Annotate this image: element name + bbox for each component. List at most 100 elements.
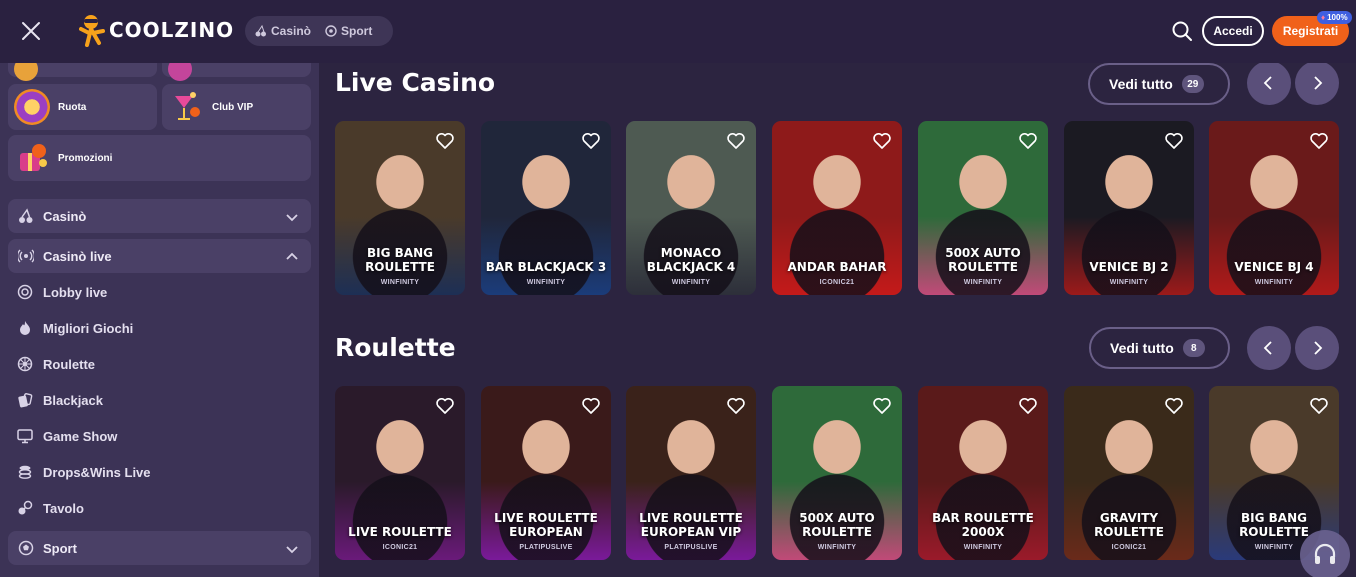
game-provider: WINFINITY <box>1109 279 1149 286</box>
game-card[interactable]: VENICE BJ 4 WINFINITY <box>1209 121 1339 295</box>
sidebar-item-roulette[interactable]: Roulette <box>17 354 95 374</box>
sidebar-tile-partial-left[interactable] <box>8 63 157 81</box>
game-title: 500X AUTO ROULETTE <box>945 246 1021 274</box>
heart-icon[interactable] <box>581 396 601 416</box>
game-provider: ICONIC21 <box>382 544 418 551</box>
heart-icon[interactable] <box>1309 131 1329 151</box>
chevron-left-icon <box>1263 76 1272 90</box>
sidebar-item-migliori-giochi[interactable]: Migliori Giochi <box>17 318 133 338</box>
carousel-next-button[interactable] <box>1295 326 1339 370</box>
tile-icon-partial <box>168 63 192 81</box>
game-card[interactable]: LIVE ROULETTE EUROPEAN VIP PLATIPUSLIVE <box>626 386 756 560</box>
game-title: VENICE BJ 2 <box>1089 260 1169 274</box>
soccer-ball-icon <box>18 540 34 556</box>
game-card[interactable]: 500X AUTO ROULETTE WINFINITY <box>918 121 1048 295</box>
game-provider: WINFINITY <box>671 279 711 286</box>
game-title: MONACO BLACKJACK 4 <box>646 246 736 274</box>
sidebar-item-tavolo[interactable]: Tavolo <box>17 498 84 518</box>
mode-sport[interactable]: Sport <box>325 24 372 38</box>
wheel-icon <box>14 89 50 125</box>
chevron-right-icon <box>1314 341 1323 355</box>
sidebar-tile-club-vip[interactable]: Club VIP <box>162 84 311 130</box>
sidebar-tile-promozioni[interactable]: Promozioni <box>8 135 311 181</box>
game-card[interactable]: BIG BANG ROULETTE WINFINITY <box>335 121 465 295</box>
heart-icon[interactable] <box>872 131 892 151</box>
logo-text: COOLZINO <box>109 18 235 42</box>
game-card[interactable]: BAR BLACKJACK 3 WINFINITY <box>481 121 611 295</box>
sidebar-item-blackjack[interactable]: Blackjack <box>17 390 103 410</box>
top-header: COOLZINO Casinò Sport Accedi Registrati … <box>0 0 1356 63</box>
chevron-down-icon <box>286 546 298 554</box>
support-chat-button[interactable] <box>1300 530 1350 577</box>
game-card[interactable]: MONACO BLACKJACK 4 WINFINITY <box>626 121 756 295</box>
login-button[interactable]: Accedi <box>1202 16 1264 46</box>
game-title: BAR BLACKJACK 3 <box>485 260 607 274</box>
lobby-icon <box>17 284 33 300</box>
heart-icon[interactable] <box>1309 396 1329 416</box>
heart-icon[interactable] <box>1164 131 1184 151</box>
heart-icon[interactable] <box>872 396 892 416</box>
game-provider: WINFINITY <box>380 279 420 286</box>
game-card[interactable]: ANDAR BAHAR ICONIC21 <box>772 121 902 295</box>
heart-icon[interactable] <box>726 396 746 416</box>
cherries-icon <box>255 25 266 37</box>
group-label: Casinò <box>43 208 87 224</box>
sidebar-tile-ruota[interactable]: Ruota <box>8 84 157 130</box>
sidebar-group-casino-live[interactable]: Casinò live <box>8 239 311 273</box>
group-label: Sport <box>43 540 77 556</box>
chevron-down-icon <box>286 214 298 222</box>
sidebar-group-casino[interactable]: Casinò <box>8 199 311 233</box>
coins-icon <box>17 464 33 480</box>
heart-icon[interactable] <box>435 396 455 416</box>
game-provider: WINFINITY <box>963 279 1003 286</box>
close-menu-button[interactable] <box>20 20 42 42</box>
bonus-badge-text: 100% <box>1327 13 1348 22</box>
monitor-icon <box>17 428 33 444</box>
mode-sport-label: Sport <box>341 24 373 38</box>
see-all-live-casino-button[interactable]: Vedi tutto 29 <box>1088 63 1230 105</box>
game-card[interactable]: 500X AUTO ROULETTE WINFINITY <box>772 386 902 560</box>
game-card[interactable]: LIVE ROULETTE ICONIC21 <box>335 386 465 560</box>
gift-icon: ♦ <box>1321 13 1326 22</box>
mode-casino[interactable]: Casinò <box>255 24 311 38</box>
sidebar-tile-partial-right[interactable] <box>162 63 311 81</box>
game-card[interactable]: BAR ROULETTE 2000X WINFINITY <box>918 386 1048 560</box>
see-all-roulette-button[interactable]: Vedi tutto 8 <box>1089 327 1230 369</box>
game-provider: ICONIC21 <box>819 279 855 286</box>
heart-icon[interactable] <box>1018 396 1038 416</box>
heart-icon[interactable] <box>435 131 455 151</box>
mode-casino-label: Casinò <box>271 24 312 38</box>
game-card[interactable]: GRAVITY ROULETTE ICONIC21 <box>1064 386 1194 560</box>
logo[interactable]: COOLZINO <box>79 13 234 47</box>
heart-icon[interactable] <box>1018 131 1038 151</box>
chevron-right-icon <box>1314 76 1323 90</box>
game-title: ANDAR BAHAR <box>787 260 887 274</box>
game-card[interactable]: VENICE BJ 2 WINFINITY <box>1064 121 1194 295</box>
heart-icon[interactable] <box>726 131 746 151</box>
heart-icon[interactable] <box>581 131 601 151</box>
section-title-live-casino: Live Casino <box>335 68 496 97</box>
game-provider: ICONIC21 <box>1111 544 1147 551</box>
tile-label: Club VIP <box>212 101 254 113</box>
roulette-icon <box>17 356 33 372</box>
carousel-prev-button[interactable] <box>1247 326 1291 370</box>
sidebar-item-label: Game Show <box>43 428 118 444</box>
game-card[interactable]: LIVE ROULETTE EUROPEAN PLATIPUSLIVE <box>481 386 611 560</box>
carousel-prev-button[interactable] <box>1247 61 1291 105</box>
chevron-left-icon <box>1263 341 1272 355</box>
bonus-badge: ♦ 100% <box>1317 11 1352 24</box>
sidebar-item-game-show[interactable]: Game Show <box>17 426 117 446</box>
carousel-next-button[interactable] <box>1295 61 1339 105</box>
sidebar-group-sport[interactable]: Sport <box>8 531 311 565</box>
soccer-ball-icon <box>325 25 337 37</box>
sidebar-item-label: Drops&Wins Live <box>43 464 151 480</box>
chevron-up-icon <box>286 252 298 260</box>
logo-mascot-icon <box>79 15 105 47</box>
search-button[interactable] <box>1171 20 1193 42</box>
sidebar-item-drops-wins-live[interactable]: Drops&Wins Live <box>17 462 151 482</box>
sidebar-item-lobby-live[interactable]: Lobby live <box>17 282 107 302</box>
heart-icon[interactable] <box>1164 396 1184 416</box>
game-title: LIVE ROULETTE <box>348 525 452 539</box>
cherries-icon <box>18 208 34 224</box>
game-provider: WINFINITY <box>1254 279 1294 286</box>
